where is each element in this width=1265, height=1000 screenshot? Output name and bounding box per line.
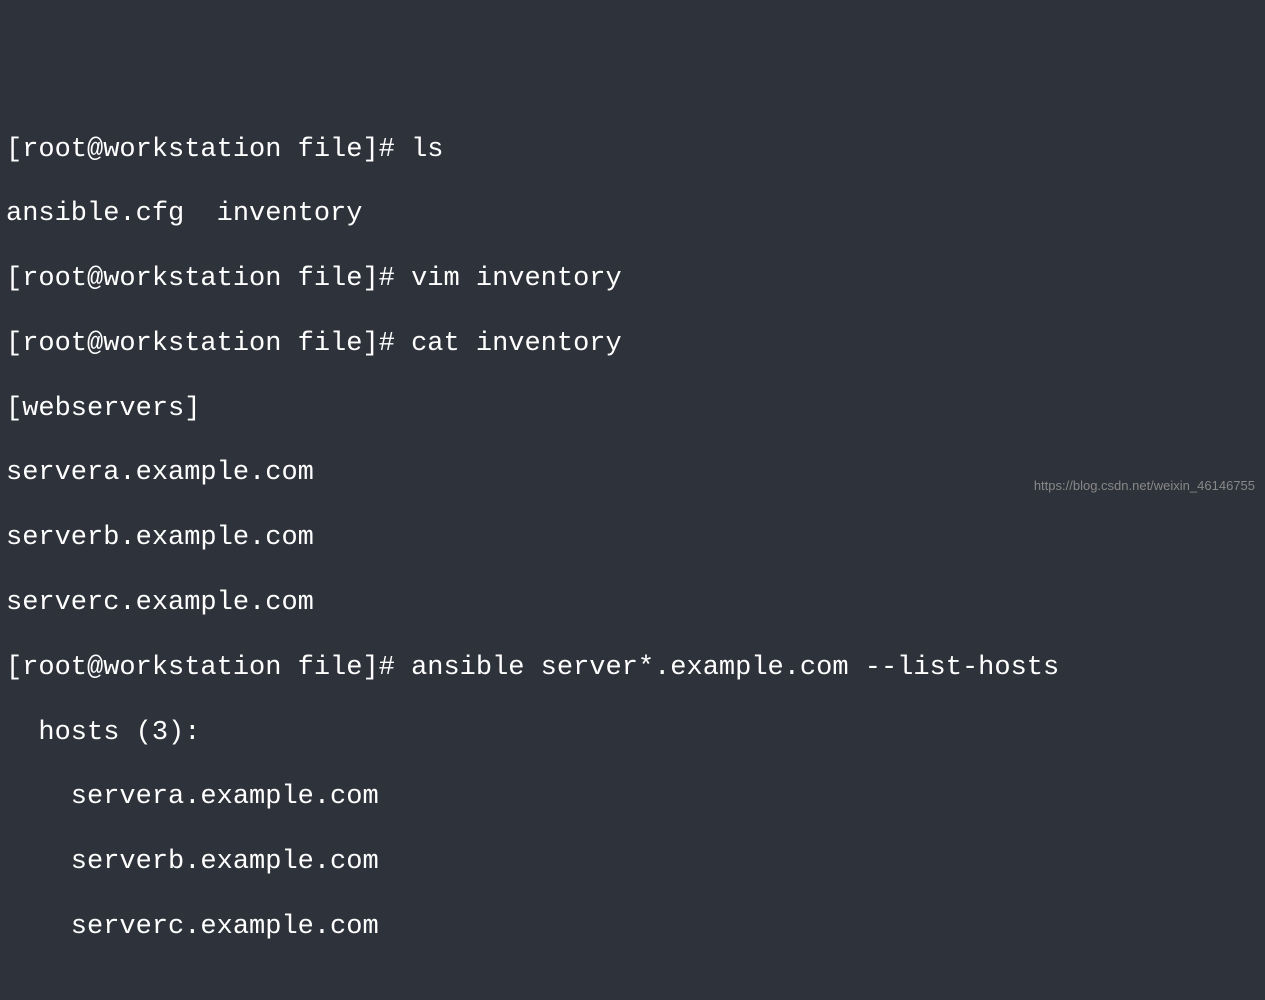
terminal-line: hosts (3):	[6, 717, 1265, 749]
terminal-line: [root@workstation file]# ls	[6, 134, 1265, 166]
watermark-text: https://blog.csdn.net/weixin_46146755	[1034, 478, 1255, 494]
terminal-line: serverb.example.com	[6, 522, 1265, 554]
terminal-line: [root@workstation file]# cat inventory	[6, 328, 1265, 360]
terminal-line: serverc.example.com	[6, 587, 1265, 619]
terminal-line: [root@workstation file]# vim inventory	[6, 263, 1265, 295]
terminal-line: serverb.example.com	[6, 846, 1265, 878]
terminal-line: ansible.cfg inventory	[6, 198, 1265, 230]
terminal-line: [webservers]	[6, 393, 1265, 425]
terminal-line: [root@workstation file]# ansible server*…	[6, 652, 1265, 684]
terminal-line: serverc.example.com	[6, 911, 1265, 943]
terminal-line: servera.example.com	[6, 781, 1265, 813]
